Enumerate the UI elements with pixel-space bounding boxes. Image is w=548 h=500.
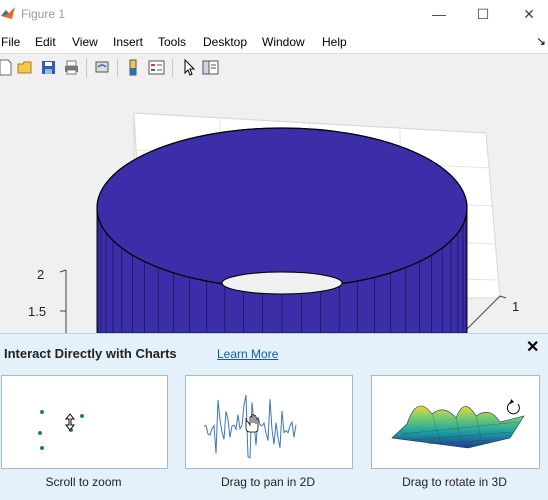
learn-more-link[interactable]: Learn More	[217, 347, 278, 361]
toolbar-separator	[172, 59, 173, 77]
matlab-logo-icon	[0, 5, 16, 21]
rotate-caption: Drag to rotate in 3D	[402, 475, 507, 489]
new-figure-icon[interactable]	[0, 59, 14, 76]
z-tick-label: 2	[37, 267, 44, 282]
z-tick-label: 1.5	[28, 304, 46, 319]
pan-card[interactable]	[185, 375, 353, 469]
rotate-card[interactable]	[371, 375, 540, 469]
pan-hand-icon	[203, 395, 297, 459]
maximize-icon[interactable]: ☐	[468, 4, 498, 24]
banner-close-icon[interactable]: ✕	[526, 337, 539, 357]
cylinder-surface[interactable]	[96, 127, 468, 334]
toolbar-separator	[117, 59, 118, 77]
y-axis-line	[462, 295, 501, 334]
y-tick	[499, 295, 507, 299]
property-editor-icon[interactable]	[202, 59, 219, 76]
figure-canvas[interactable]: 2 1.5 1	[0, 82, 548, 334]
dock-arrow-icon[interactable]: ↘	[536, 34, 546, 48]
colorbar-icon[interactable]	[125, 59, 142, 76]
menu-tools[interactable]: Tools	[158, 35, 186, 49]
z-tick	[59, 269, 67, 273]
close-icon[interactable]: ✕	[514, 4, 544, 24]
menu-window[interactable]: Window	[262, 35, 305, 49]
scroll-zoom-caption: Scroll to zoom	[45, 475, 122, 489]
rotate-icon	[391, 399, 525, 449]
menu-edit[interactable]: Edit	[35, 35, 56, 49]
toolbar-separator	[86, 59, 87, 77]
open-icon[interactable]	[17, 59, 34, 76]
pan-caption: Drag to pan in 2D	[220, 475, 316, 489]
menu-file[interactable]: File	[1, 35, 20, 49]
minimize-icon[interactable]: —	[424, 4, 454, 24]
scroll-zoom-icon	[38, 410, 84, 450]
scroll-zoom-card[interactable]	[1, 375, 168, 469]
axes-3d[interactable]: 2 1.5 1	[0, 82, 548, 334]
title-bar: Figure 1 — ☐ ✕	[0, 0, 548, 30]
legend-icon[interactable]	[148, 59, 165, 76]
save-icon[interactable]	[40, 59, 57, 76]
menu-view[interactable]: View	[72, 35, 98, 49]
pointer-icon[interactable]	[180, 59, 197, 76]
window-title: Figure 1	[21, 7, 66, 21]
y-tick-label: 1	[512, 299, 519, 314]
toolbar	[0, 53, 548, 83]
menu-insert[interactable]: Insert	[113, 35, 143, 49]
link-icon[interactable]	[94, 59, 111, 76]
menu-help[interactable]: Help	[322, 35, 347, 49]
menu-bar: File Edit View Insert Tools Desktop Wind…	[0, 30, 548, 53]
interaction-banner: Interact Directly with Charts Learn More…	[0, 333, 548, 500]
banner-title: Interact Directly with Charts	[4, 346, 177, 361]
menu-desktop[interactable]: Desktop	[203, 35, 247, 49]
print-icon[interactable]	[63, 59, 80, 76]
